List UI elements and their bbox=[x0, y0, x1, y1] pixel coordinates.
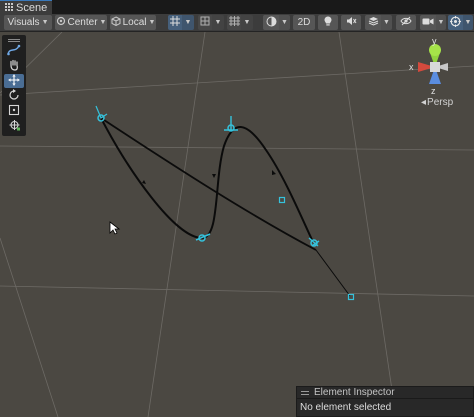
tab-scene[interactable]: Scene bbox=[0, 0, 52, 14]
chevron-down-icon: ▼ bbox=[41, 19, 49, 26]
tab-bar: Scene bbox=[0, 0, 474, 14]
shading-mode-icon bbox=[266, 16, 277, 30]
scene-viewport[interactable]: x y z bbox=[0, 32, 474, 417]
chevron-down-icon: ▼ bbox=[148, 19, 156, 26]
scene-view-window: Scene Visuals ▼ Center ▼ Local ▼ ▼ ▼ ▼ ▼… bbox=[0, 0, 474, 417]
chevron-down-icon: ▼ bbox=[383, 19, 390, 26]
audio-toggle[interactable] bbox=[341, 15, 361, 30]
mouse-cursor-icon bbox=[109, 221, 121, 235]
gizmos-icon bbox=[450, 15, 461, 30]
effects-icon bbox=[368, 16, 379, 29]
projection-label: Persp bbox=[427, 97, 454, 108]
grid-snap-options[interactable]: ▼ bbox=[182, 15, 194, 30]
rotate-icon bbox=[8, 88, 20, 104]
gizmo-y-label: y bbox=[432, 36, 437, 46]
effects-toggle[interactable] bbox=[365, 15, 381, 30]
scene-visibility-toggle[interactable] bbox=[396, 15, 416, 30]
gizmo-z-label: z bbox=[431, 86, 436, 96]
pivot-dropdown[interactable]: Center ▼ bbox=[55, 15, 107, 30]
visuals-dropdown[interactable]: Visuals ▼ bbox=[4, 15, 52, 30]
grid-visibility-options[interactable]: ▼ bbox=[241, 15, 253, 30]
element-inspector-panel: Element Inspector No element selected bbox=[296, 386, 474, 417]
drag-handle-icon bbox=[301, 387, 309, 399]
camera-settings-options[interactable]: ▼ bbox=[436, 15, 446, 30]
lighting-icon bbox=[323, 16, 333, 30]
camera-icon bbox=[422, 17, 434, 29]
2d-mode-button[interactable]: 2D bbox=[293, 15, 315, 30]
grid-visibility-button[interactable] bbox=[227, 15, 241, 30]
space-dropdown-label: Local bbox=[122, 17, 147, 28]
chevron-down-icon: ▼ bbox=[281, 19, 288, 26]
gizmo-center-cube[interactable] bbox=[430, 62, 440, 72]
spline-create-tool-button[interactable] bbox=[4, 44, 24, 58]
rect-tool-icon bbox=[8, 104, 20, 119]
transform-tool-button[interactable] bbox=[4, 119, 24, 133]
shading-mode-options[interactable]: ▼ bbox=[279, 15, 290, 30]
chevron-down-icon: ▼ bbox=[243, 19, 251, 26]
visuals-dropdown-label: Visuals bbox=[7, 17, 40, 28]
2d-mode-label: 2D bbox=[297, 17, 311, 28]
shading-mode-button[interactable] bbox=[263, 15, 279, 30]
hand-tool-button[interactable] bbox=[4, 59, 24, 73]
projection-toggle[interactable]: ◂ Persp bbox=[421, 97, 453, 108]
spline-knot-5[interactable] bbox=[308, 237, 320, 247]
snap-increment-button[interactable] bbox=[198, 15, 212, 30]
hand-icon bbox=[8, 59, 20, 74]
chevron-down-icon: ▼ bbox=[214, 19, 222, 26]
move-arrows-icon bbox=[8, 74, 20, 89]
tab-scene-label: Scene bbox=[16, 1, 48, 14]
gizmos-button[interactable] bbox=[448, 15, 463, 30]
spline-path[interactable] bbox=[100, 117, 351, 297]
audio-icon bbox=[346, 16, 357, 29]
chevron-down-icon: ▼ bbox=[184, 19, 192, 26]
scene-toolbar: Visuals ▼ Center ▼ Local ▼ ▼ ▼ ▼ ▼ 2D ▼ … bbox=[0, 14, 474, 32]
snap-increment-icon bbox=[200, 16, 210, 29]
palette-drag-handle[interactable] bbox=[4, 37, 24, 43]
space-dropdown[interactable]: Local ▼ bbox=[110, 15, 156, 30]
camera-settings-button[interactable] bbox=[420, 15, 436, 30]
grid-toggle-icon bbox=[228, 16, 240, 29]
grid-menu-icon bbox=[5, 2, 13, 14]
local-space-icon bbox=[111, 16, 121, 29]
gizmos-options[interactable]: ▼ bbox=[463, 15, 473, 30]
chevron-down-icon: ▼ bbox=[464, 19, 472, 26]
persp-arrow-icon: ◂ bbox=[421, 97, 427, 108]
pivot-mode-icon bbox=[56, 16, 66, 29]
spline-knot-4[interactable] bbox=[278, 196, 286, 204]
scene-visibility-icon bbox=[400, 16, 412, 29]
spline-draw-icon bbox=[7, 44, 21, 59]
tool-palette bbox=[2, 35, 26, 136]
scene-grid bbox=[0, 32, 474, 417]
move-tool-button[interactable] bbox=[4, 74, 24, 88]
effects-options[interactable]: ▼ bbox=[381, 15, 392, 30]
lighting-toggle[interactable] bbox=[318, 15, 338, 30]
transform-icon bbox=[8, 119, 21, 134]
chevron-down-icon: ▼ bbox=[437, 19, 445, 26]
rect-tool-button[interactable] bbox=[4, 104, 24, 118]
grid-snap-icon bbox=[170, 16, 180, 29]
element-inspector-title: Element Inspector bbox=[314, 387, 395, 398]
element-inspector-status: No element selected bbox=[300, 402, 392, 413]
rotate-tool-button[interactable] bbox=[4, 88, 24, 104]
grid-snap-button[interactable] bbox=[168, 15, 182, 30]
element-inspector-header[interactable]: Element Inspector bbox=[297, 387, 473, 399]
snap-increment-options[interactable]: ▼ bbox=[212, 15, 224, 30]
chevron-down-icon: ▼ bbox=[99, 19, 107, 26]
gizmo-x-label: x bbox=[409, 62, 414, 72]
orientation-gizmo[interactable]: x y z bbox=[409, 36, 448, 96]
pivot-dropdown-label: Center bbox=[67, 17, 98, 28]
